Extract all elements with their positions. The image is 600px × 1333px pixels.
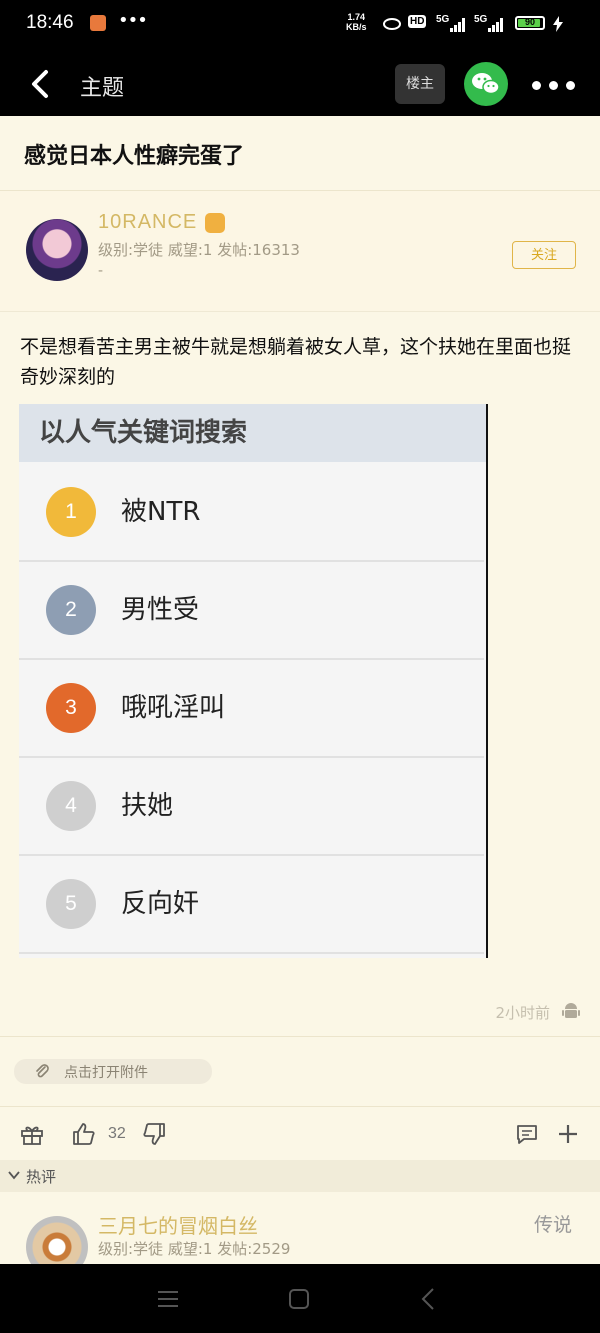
system-back-icon[interactable] xyxy=(416,1286,442,1312)
like-count: 32 xyxy=(108,1125,126,1142)
rank-number: 3 xyxy=(46,683,96,733)
charging-icon xyxy=(553,16,563,32)
rank-keyword: 反向奸 xyxy=(121,889,200,919)
divider xyxy=(0,1036,600,1037)
image-header-text: 以人气关键词搜索 xyxy=(39,418,248,448)
post-action-bar: 32 xyxy=(0,1110,600,1160)
author-extra: - xyxy=(98,263,104,279)
author-avatar[interactable] xyxy=(26,219,88,281)
system-nav-bar xyxy=(0,1264,600,1333)
rank-keyword: 哦吼淫叫 xyxy=(121,693,226,723)
paperclip-icon xyxy=(36,1064,49,1078)
thumbs-up-icon[interactable] xyxy=(72,1122,96,1146)
post-body: 不是想看苦主男主被牛就是想躺着被女人草，这个扶她在里面也挺奇妙深刻的 xyxy=(20,336,572,388)
signal-bars-icon-2 xyxy=(488,18,503,32)
status-time: 18:46 xyxy=(26,12,74,33)
signal-5g-label-1: 5G xyxy=(436,14,450,25)
page-title: 主题 xyxy=(80,76,125,101)
comment-icon[interactable] xyxy=(515,1122,539,1146)
hot-comment[interactable]: 三月七的冒烟白丝 级别:学徒 威望:1 发帖:2529 传说 xyxy=(0,1192,600,1278)
follow-button[interactable]: 关注 xyxy=(512,241,576,269)
rank-row: 3 哦吼淫叫 xyxy=(19,659,484,758)
image-header: 以人气关键词搜索 xyxy=(19,404,486,462)
post-image[interactable]: 以人气关键词搜索 1 被NTR 2 男性受 3 哦吼淫叫 4 扶她 5 反向奸 xyxy=(19,404,488,958)
android-icon xyxy=(562,1003,580,1018)
rank-keyword: 男性受 xyxy=(121,595,200,625)
add-icon[interactable] xyxy=(556,1122,580,1146)
rank-number: 1 xyxy=(46,487,96,537)
rank-row: 2 男性受 xyxy=(19,561,484,660)
battery-icon: 90 xyxy=(515,16,545,30)
more-options-icon[interactable] xyxy=(530,70,580,98)
comment-rank-label: 传说 xyxy=(534,1214,573,1236)
vip-badge-icon xyxy=(205,213,225,233)
gift-icon[interactable] xyxy=(20,1122,44,1146)
rank-row: 5 反向奸 xyxy=(19,855,484,954)
rank-number: 4 xyxy=(46,781,96,831)
back-arrow-icon[interactable] xyxy=(24,66,60,102)
status-bar: 18:46 ••• 1.74 KB/s HD 5G 5G 90 xyxy=(0,0,600,52)
app-header: 主题 楼主 xyxy=(0,52,600,116)
author-name[interactable]: 10RANCE xyxy=(98,211,197,234)
only-owner-button[interactable]: 楼主 xyxy=(395,64,445,104)
open-attachment-button[interactable]: 点击打开附件 xyxy=(14,1059,212,1084)
signal-bars-icon xyxy=(450,18,465,32)
link-icon xyxy=(383,18,401,30)
menu-icon[interactable] xyxy=(155,1286,181,1312)
rank-keyword: 被NTR xyxy=(121,497,201,527)
speed-unit: KB/s xyxy=(346,22,367,32)
battery-percent: 90 xyxy=(524,17,535,27)
network-speed: 1.74 KB/s xyxy=(346,12,367,32)
author-card: 10RANCE 级别:学徒 威望:1 发帖:16313 - 关注 xyxy=(0,191,600,312)
rank-number: 5 xyxy=(46,879,96,929)
attachment-label: 点击打开附件 xyxy=(64,1065,148,1081)
post-title-bar: 感觉日本人性癖完蛋了 xyxy=(0,116,600,191)
thumbs-down-icon[interactable] xyxy=(142,1122,166,1146)
rank-row: 4 扶她 xyxy=(19,757,484,856)
rank-row: 1 被NTR xyxy=(19,463,484,562)
post-time: 2小时前 xyxy=(495,1004,550,1022)
post-title: 感觉日本人性癖完蛋了 xyxy=(24,144,245,169)
speed-value: 1.74 xyxy=(347,12,366,22)
commenter-name[interactable]: 三月七的冒烟白丝 xyxy=(98,1210,258,1239)
signal-5g-label-2: 5G xyxy=(474,14,488,25)
more-notifications-icon: ••• xyxy=(118,10,148,31)
home-icon[interactable] xyxy=(286,1286,312,1312)
author-meta: 级别:学徒 威望:1 发帖:16313 xyxy=(98,241,300,259)
rank-number: 2 xyxy=(46,585,96,635)
divider xyxy=(0,1106,600,1107)
hot-comments-label: 热评 xyxy=(26,1168,57,1186)
hot-comments-header[interactable]: 热评 xyxy=(0,1160,600,1192)
commenter-meta: 级别:学徒 威望:1 发帖:2529 xyxy=(98,1240,291,1258)
hd-icon: HD xyxy=(408,15,427,28)
app-notification-icon xyxy=(90,15,106,31)
chevron-down-icon xyxy=(8,1171,20,1180)
wechat-share-button[interactable] xyxy=(464,62,508,106)
wechat-icon xyxy=(472,73,500,95)
rank-keyword: 扶她 xyxy=(121,791,174,821)
